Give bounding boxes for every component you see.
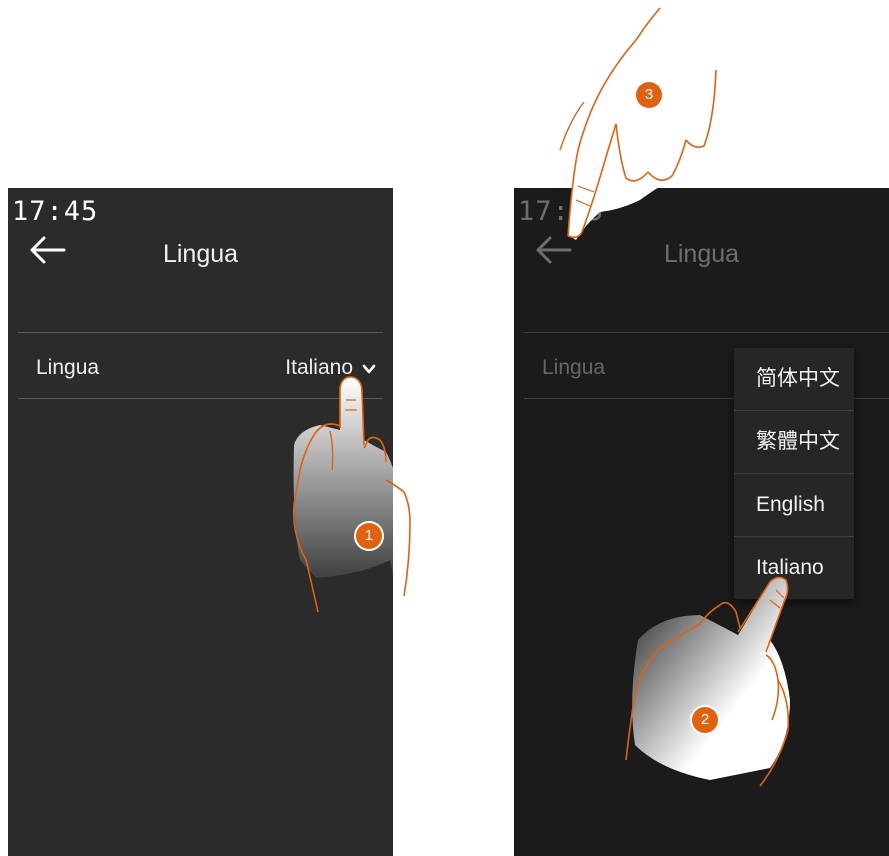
page-title: Lingua — [663, 240, 740, 268]
language-screen: 17:45 Lingua Lingua Italiano — [8, 188, 393, 856]
chevron-down-icon[interactable] — [361, 361, 377, 377]
status-clock: 17:45 — [12, 196, 99, 227]
language-setting-label: Lingua — [542, 356, 606, 379]
language-option-italian[interactable]: Italiano — [734, 537, 854, 599]
language-option-traditional-chinese[interactable]: 繁體中文 — [734, 411, 854, 474]
language-screen-dropdown-open: 17:45 Lingua Lingua 简体中文 繁體中文 English It… — [514, 188, 889, 856]
status-clock: 17:45 — [518, 196, 605, 227]
language-option-simplified-chinese[interactable]: 简体中文 — [734, 348, 854, 411]
language-dropdown-menu: 简体中文 繁體中文 English Italiano — [734, 348, 854, 599]
divider-top — [18, 332, 383, 333]
divider-top — [524, 332, 889, 333]
language-select-value[interactable]: Italiano — [285, 356, 353, 380]
step-badge-3: 3 — [636, 82, 662, 108]
language-setting-label: Lingua — [36, 356, 100, 379]
step-badge-1: 1 — [356, 523, 382, 549]
language-option-english[interactable]: English — [734, 474, 854, 537]
step-badge-2: 2 — [692, 707, 718, 733]
divider-bottom — [18, 398, 383, 399]
page-title: Lingua — [162, 240, 239, 268]
